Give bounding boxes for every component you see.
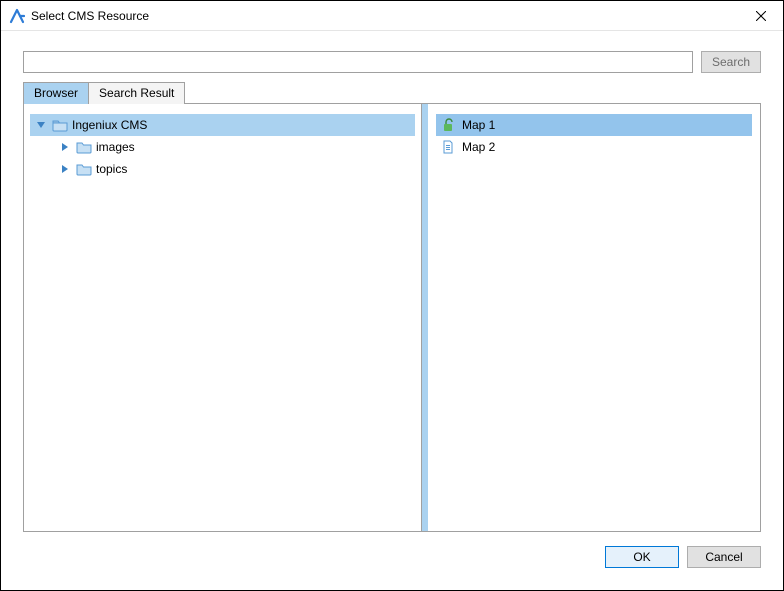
folder-icon — [76, 139, 92, 155]
tab-label: Browser — [34, 86, 78, 100]
content-panels: Ingeniux CMS images topics — [23, 103, 761, 532]
search-button[interactable]: Search — [701, 51, 761, 73]
tab-label: Search Result — [99, 86, 174, 100]
footer-buttons: OK Cancel — [1, 546, 783, 590]
tree-item-label: Ingeniux CMS — [72, 118, 147, 132]
tab-browser[interactable]: Browser — [23, 82, 89, 104]
document-icon — [440, 139, 456, 155]
list-panel: Map 1 Map 2 — [422, 104, 760, 531]
tab-search-result[interactable]: Search Result — [88, 82, 185, 104]
chevron-right-icon[interactable] — [58, 142, 72, 152]
chevron-down-icon[interactable] — [34, 120, 48, 130]
search-input[interactable] — [23, 51, 693, 73]
list-item[interactable]: Map 2 — [436, 136, 752, 158]
cancel-button[interactable]: Cancel — [687, 546, 761, 568]
chevron-right-icon[interactable] — [58, 164, 72, 174]
title-bar: Select CMS Resource — [1, 1, 783, 31]
tree-item-label: images — [96, 140, 135, 154]
ok-button[interactable]: OK — [605, 546, 679, 568]
tree-item-label: topics — [96, 162, 127, 176]
search-row: Search — [1, 31, 783, 81]
list-item-label: Map 2 — [462, 140, 495, 154]
list-item[interactable]: Map 1 — [436, 114, 752, 136]
tab-bar: Browser Search Result — [1, 81, 783, 103]
app-icon — [9, 8, 25, 24]
tree-panel: Ingeniux CMS images topics — [24, 104, 422, 531]
tree-item-root[interactable]: Ingeniux CMS — [30, 114, 415, 136]
close-button[interactable] — [739, 1, 783, 31]
list-item-label: Map 1 — [462, 118, 495, 132]
folder-open-icon — [52, 117, 68, 133]
tree-item-images[interactable]: images — [30, 136, 415, 158]
unlock-icon — [440, 117, 456, 133]
window-title: Select CMS Resource — [31, 9, 739, 23]
tree-item-topics[interactable]: topics — [30, 158, 415, 180]
folder-icon — [76, 161, 92, 177]
